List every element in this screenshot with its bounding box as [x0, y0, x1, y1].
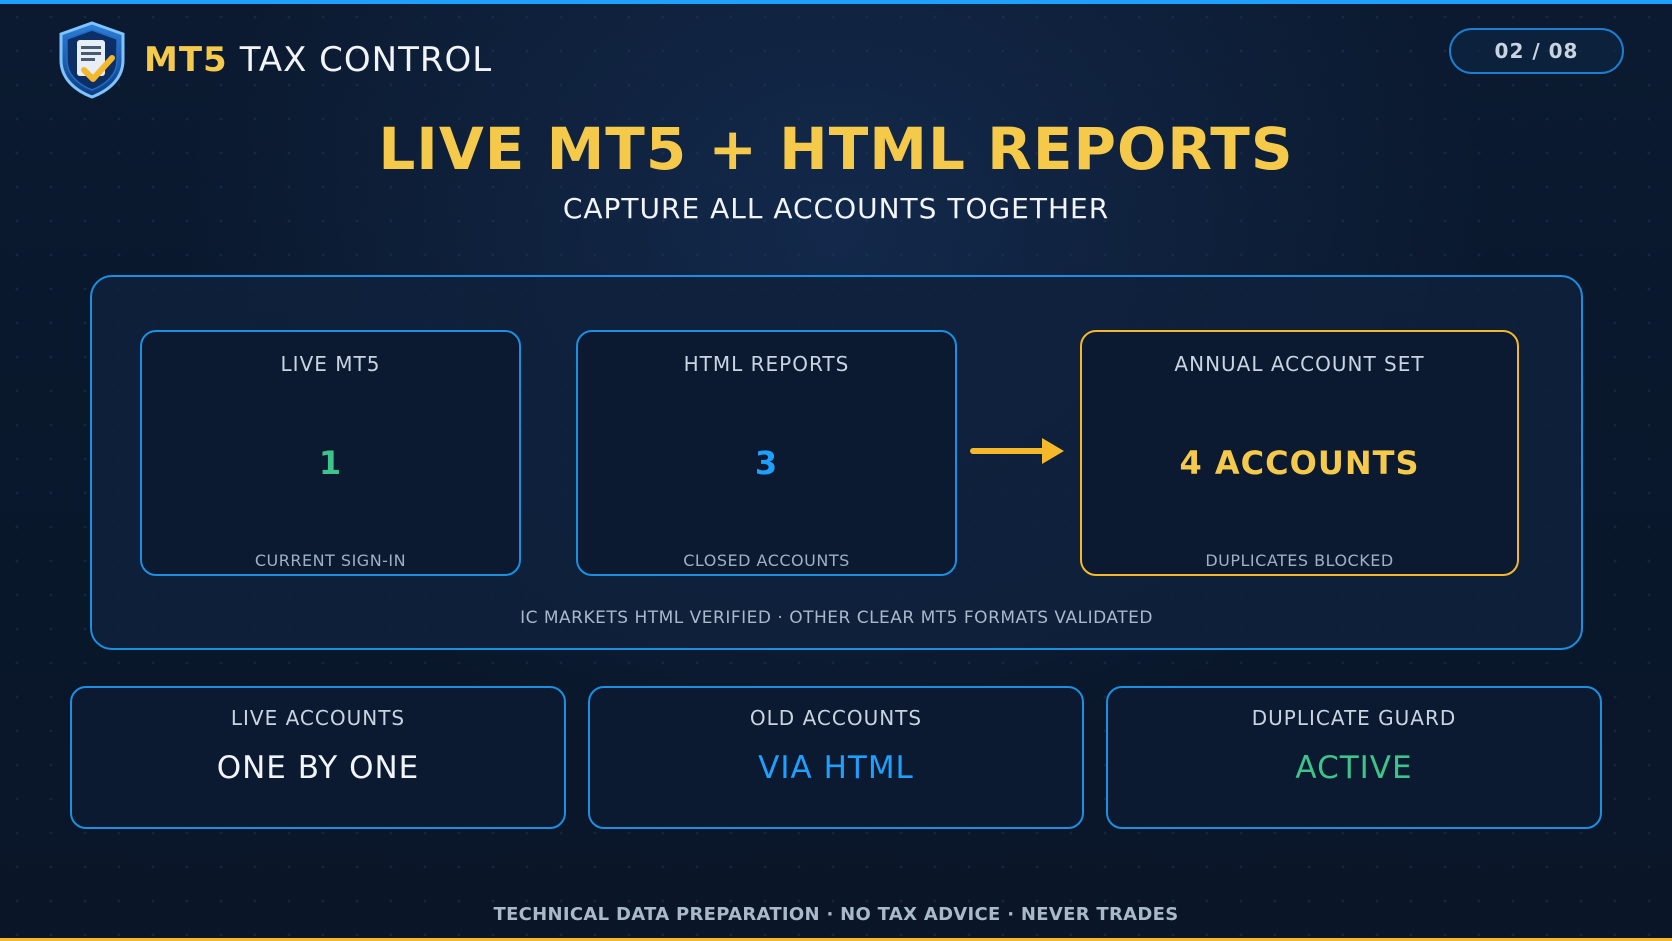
card-label: ANNUAL ACCOUNT SET	[1174, 352, 1425, 376]
info-label: OLD ACCOUNTS	[749, 706, 923, 730]
card-value: 1	[318, 444, 343, 482]
annual-account-set-card: ANNUAL ACCOUNT SET 4 ACCOUNTS DUPLICATES…	[1080, 330, 1519, 576]
info-value: ACTIVE	[1295, 750, 1413, 786]
duplicate-guard-card: DUPLICATE GUARD ACTIVE	[1106, 686, 1602, 829]
shield-document-check-icon	[59, 21, 125, 99]
page-subtitle: CAPTURE ALL ACCOUNTS TOGETHER	[562, 192, 1110, 225]
verification-note: IC MARKETS HTML VERIFIED · OTHER CLEAR M…	[520, 608, 1153, 628]
brand-main: TAX CONTROL	[239, 40, 493, 80]
brand-accent: MT5	[144, 40, 228, 80]
arrow-right-icon	[970, 438, 1064, 464]
card-label: LIVE MT5	[280, 352, 381, 376]
top-accent-bar	[0, 0, 1672, 4]
card-value: 3	[754, 444, 779, 482]
footer-disclaimer: TECHNICAL DATA PREPARATION · NO TAX ADVI…	[493, 904, 1179, 925]
info-value: VIA HTML	[758, 750, 914, 786]
card-label: HTML REPORTS	[683, 352, 850, 376]
slide: MT5 TAX CONTROL 02 / 08 LIVE MT5 + HTML R…	[0, 0, 1672, 941]
info-value: ONE BY ONE	[216, 750, 420, 786]
live-mt5-card: LIVE MT5 1 CURRENT SIGN-IN	[140, 330, 521, 576]
card-footer: CURRENT SIGN-IN	[254, 551, 407, 570]
card-footer: CLOSED ACCOUNTS	[683, 551, 850, 570]
card-value: 4 ACCOUNTS	[1179, 444, 1420, 482]
old-accounts-card: OLD ACCOUNTS VIA HTML	[588, 686, 1084, 829]
page-indicator: 02 / 08	[1449, 28, 1624, 74]
info-label: DUPLICATE GUARD	[1251, 706, 1457, 730]
info-label: LIVE ACCOUNTS	[230, 706, 406, 730]
live-accounts-card: LIVE ACCOUNTS ONE BY ONE	[70, 686, 566, 829]
card-footer: DUPLICATES BLOCKED	[1205, 551, 1394, 570]
html-reports-card: HTML REPORTS 3 CLOSED ACCOUNTS	[576, 330, 957, 576]
brand: MT5 TAX CONTROL	[56, 20, 492, 100]
brand-title: MT5 TAX CONTROL	[144, 43, 492, 77]
page-title: LIVE MT5 + HTML REPORTS	[378, 115, 1294, 183]
